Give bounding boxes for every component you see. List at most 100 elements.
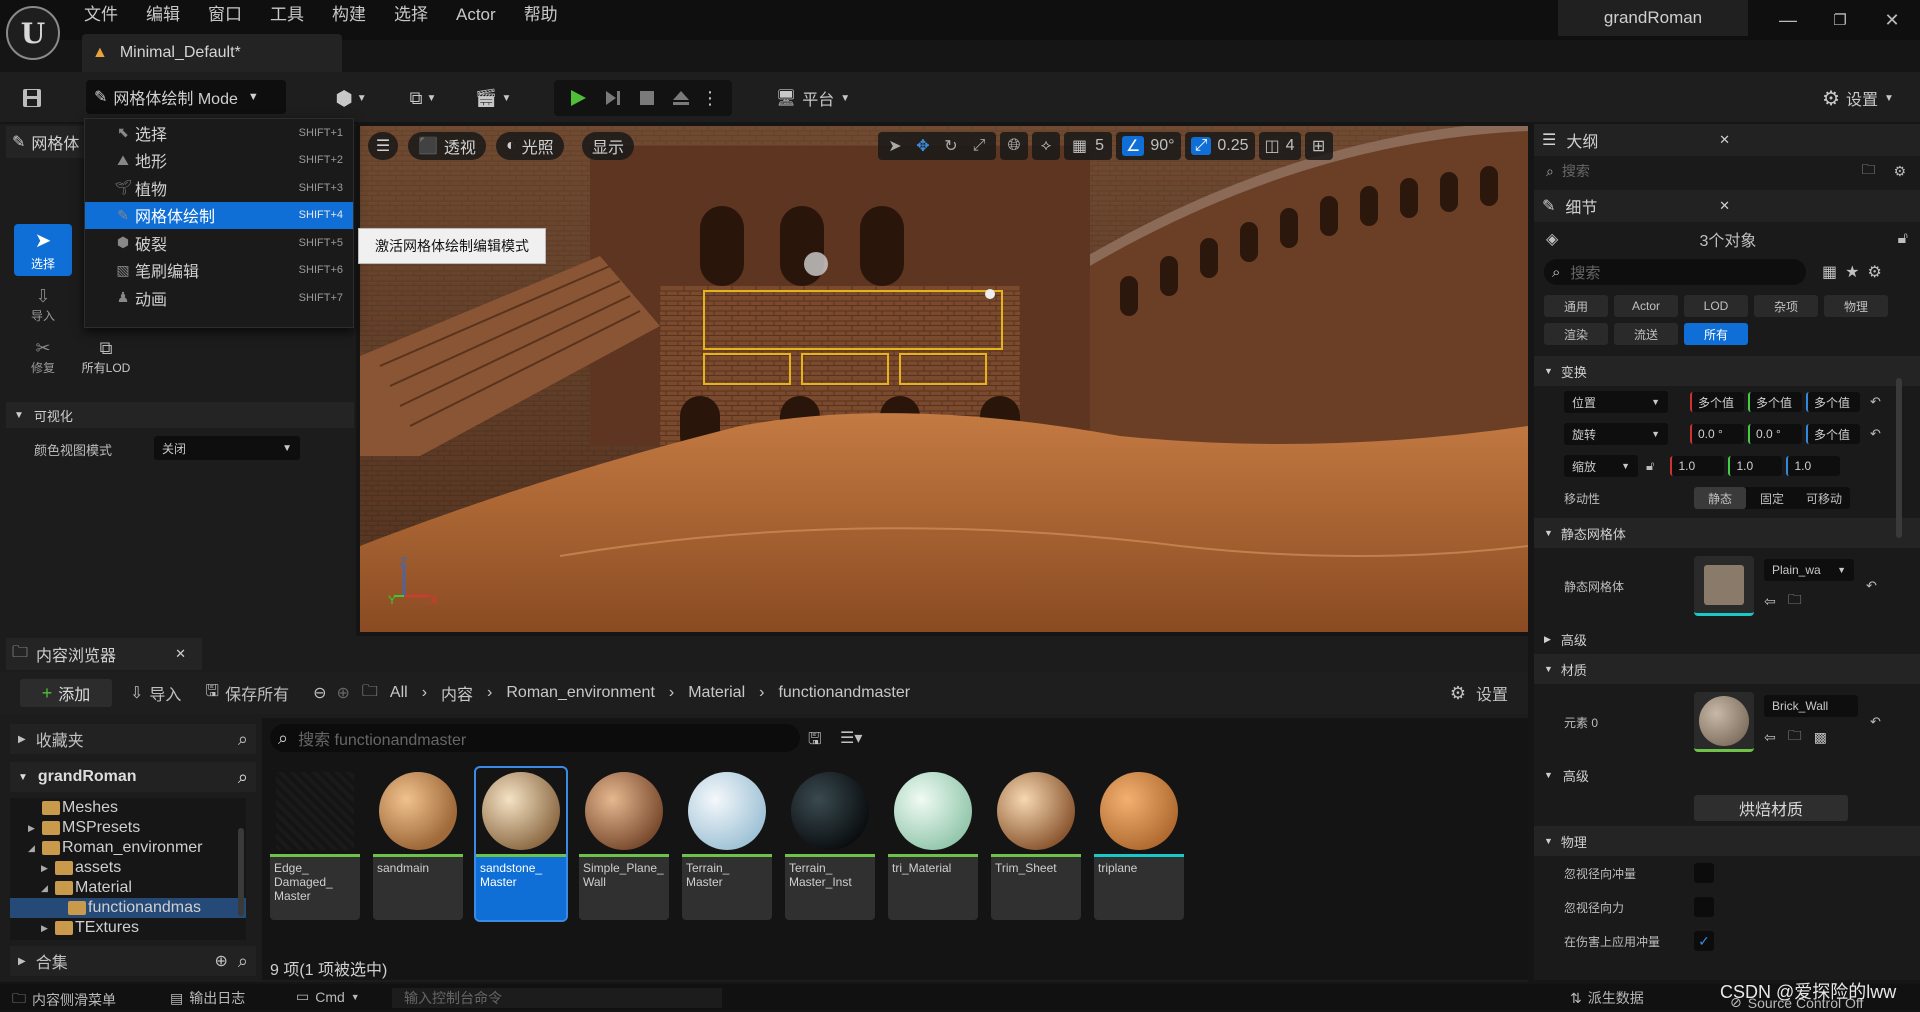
folder-tree-item[interactable]: ▶ assets [10,858,246,878]
tool-fix[interactable]: ✂ 修复 [14,338,72,376]
filter-tab[interactable]: LOD [1684,295,1748,317]
transform-section[interactable]: ▼ 变换 [1534,356,1920,386]
use-selected-icon[interactable]: ⇦ [1764,729,1776,746]
menu-item[interactable]: 构建 [318,0,380,30]
more-options-icon[interactable]: ⋮ [698,80,722,116]
outliner-tab[interactable]: ☰ 大纲 ✕ [1534,124,1920,156]
menu-item[interactable]: 工具 [256,0,318,30]
filter-tab[interactable]: 杂项 [1754,295,1818,317]
details-tab[interactable]: ✎ 细节 ✕ [1534,190,1920,222]
filter-tab[interactable]: 通用 [1544,295,1608,317]
rotate-tool-icon[interactable]: ↻ [938,136,964,156]
folder-add-icon[interactable]: 🗀︎ [1861,159,1875,183]
tool-select[interactable]: ➤ 选择 [14,224,72,276]
perspective-button[interactable]: ⬛ 透视 [408,132,486,160]
menu-item[interactable]: 窗口 [194,0,256,30]
filter-tab[interactable]: Actor [1614,295,1678,317]
level-viewport[interactable]: Y X Z ☰ ⬛ 透视 ◐ 光照 显示 ➤ ✥ ↻ ⤢ 🌐︎ ⟡ ▦ 5 ∠ 90° … [360,126,1528,632]
search-icon[interactable]: ⌕ [238,951,248,972]
mode-menu-item[interactable]: ✎ 网格体绘制 SHIFT+4 [85,201,353,229]
element0-thumbnail[interactable] [1694,692,1754,752]
mode-menu-item[interactable]: ▧ 笔刷编辑 SHIFT+6 [85,257,353,285]
asset-tile[interactable]: Terrain_ Master [682,768,772,920]
rotation-y[interactable]: 0.0 ° [1748,424,1802,444]
physics-checkbox[interactable]: ✓ [1694,931,1714,951]
menu-item[interactable]: 选择 [380,0,442,30]
location-select[interactable]: 位置 ▼ [1564,391,1668,413]
rotation-z[interactable]: 多个值 [1806,424,1860,444]
location-y[interactable]: 多个值 [1748,392,1802,412]
layout-icon[interactable]: ⊞ [1304,132,1333,160]
details-search[interactable]: ⌕ 搜索 [1544,259,1806,285]
tree-scrollbar[interactable] [238,828,244,916]
outliner-search[interactable]: ⌕ 搜索 🗀︎ ⚙ [1534,156,1920,186]
search-icon[interactable]: ⌕ [238,767,248,788]
scale-x[interactable]: 1.0 [1670,456,1725,476]
reset-icon[interactable]: ↶ [1870,714,1881,730]
add-button[interactable]: + 添加 [20,679,112,707]
scale-y[interactable]: 1.0 [1728,456,1783,476]
folder-tree-item[interactable]: ▶ TExtures [10,918,246,938]
use-selected-icon[interactable]: ⇦ [1764,593,1776,610]
reset-icon[interactable]: ↶ [1870,426,1881,442]
save-icon[interactable] [18,80,46,116]
add-collection-icon[interactable]: ⊕ [215,951,228,971]
color-view-select[interactable]: 关闭 ▼ [154,436,300,460]
scale-select[interactable]: 缩放 ▼ [1564,455,1638,477]
asset-tile[interactable]: Trim_Sheet [991,768,1081,920]
cinematics-button[interactable]: 🎬︎ ▼ [468,80,518,116]
breadcrumb-item[interactable]: Material [688,684,745,702]
browse-icon[interactable]: 🗀︎ [1788,725,1802,749]
location-z[interactable]: 多个值 [1806,392,1860,412]
filter-tab[interactable]: 渲染 [1544,323,1608,345]
asset-tile[interactable]: triplane [1094,768,1184,920]
play-button[interactable] [560,80,596,116]
checker-icon[interactable]: ▩ [1814,729,1827,746]
content-browser-tab[interactable]: 🗀︎ 内容浏览器 ✕ [6,638,202,670]
viewport-menu-button[interactable]: ☰ [368,132,398,160]
folder-tree-item[interactable]: Meshes [10,798,246,818]
output-log-button[interactable]: ▤ 输出日志 [170,988,245,1008]
mode-panel-tab[interactable]: ✎ 网格体 [6,126,92,158]
asset-tile[interactable]: Edge_ Damaged_ Master [270,768,360,920]
star-icon[interactable]: ★ [1845,262,1859,282]
add-content-button[interactable]: ⬢ ▼ [326,80,376,116]
lock-icon[interactable]: 🔓︎ [1898,230,1908,248]
close-icon[interactable]: ✕ [1870,0,1914,40]
menu-item[interactable]: 帮助 [510,0,572,30]
menu-item[interactable]: 文件 [70,0,132,30]
collections-header[interactable]: ▶ 合集 ⊕ ⌕ [10,946,256,976]
save-all-button[interactable]: 🖫︎ 保存所有 [205,680,289,707]
menu-item[interactable]: Actor [442,0,510,30]
save-search-icon[interactable]: 🖫︎ [808,728,822,755]
bake-material-button[interactable]: 烘焙材质 [1694,795,1848,821]
rotation-x[interactable]: 0.0 ° [1690,424,1744,444]
mode-menu-item[interactable]: ♟ 动画 SHIFT+7 [85,284,353,312]
root-folder-header[interactable]: ▼ grandRoman ⌕ [10,762,256,792]
stop-button[interactable] [630,80,664,116]
filter-icon[interactable]: ☰▾ [840,728,862,748]
asset-search[interactable]: ⌕ 搜索 functionandmaster [270,724,800,752]
rotation-snap-button[interactable]: ∠ 90° [1116,132,1181,160]
gear-icon[interactable]: ⚙ [1867,262,1881,282]
close-icon[interactable]: ✕ [1719,132,1730,148]
lit-button[interactable]: ◐ 光照 [496,132,564,160]
rotation-select[interactable]: 旋转 ▼ [1564,423,1668,445]
asset-tile[interactable]: Terrain_ Master_Inst [785,768,875,920]
mobility-stationary[interactable]: 固定 [1746,487,1798,509]
physics-checkbox[interactable] [1694,863,1714,883]
close-icon[interactable]: ✕ [1719,198,1730,214]
lock-icon[interactable]: 🔓︎ [1646,458,1654,474]
details-scrollbar[interactable] [1896,378,1902,538]
static-mesh-section[interactable]: ▼ 静态网格体 [1534,518,1920,548]
mode-menu-item[interactable]: ⬢ 破裂 SHIFT+5 [85,229,353,257]
folder-tree-item[interactable]: functionandmas [10,898,246,918]
tool-all-lods[interactable]: ⧉ 所有LOD [78,338,134,376]
advance-frame-button[interactable] [596,80,630,116]
close-icon[interactable]: ✕ [175,646,186,662]
reset-icon[interactable]: ↶ [1866,578,1877,594]
platforms-button[interactable]: 🖥︎ 平台 ▼ [768,80,858,116]
materials-section[interactable]: ▼ 材质 [1534,654,1920,684]
translate-tool-icon[interactable]: ✥ [910,136,936,156]
element0-select[interactable]: Brick_Wall [1764,695,1858,717]
